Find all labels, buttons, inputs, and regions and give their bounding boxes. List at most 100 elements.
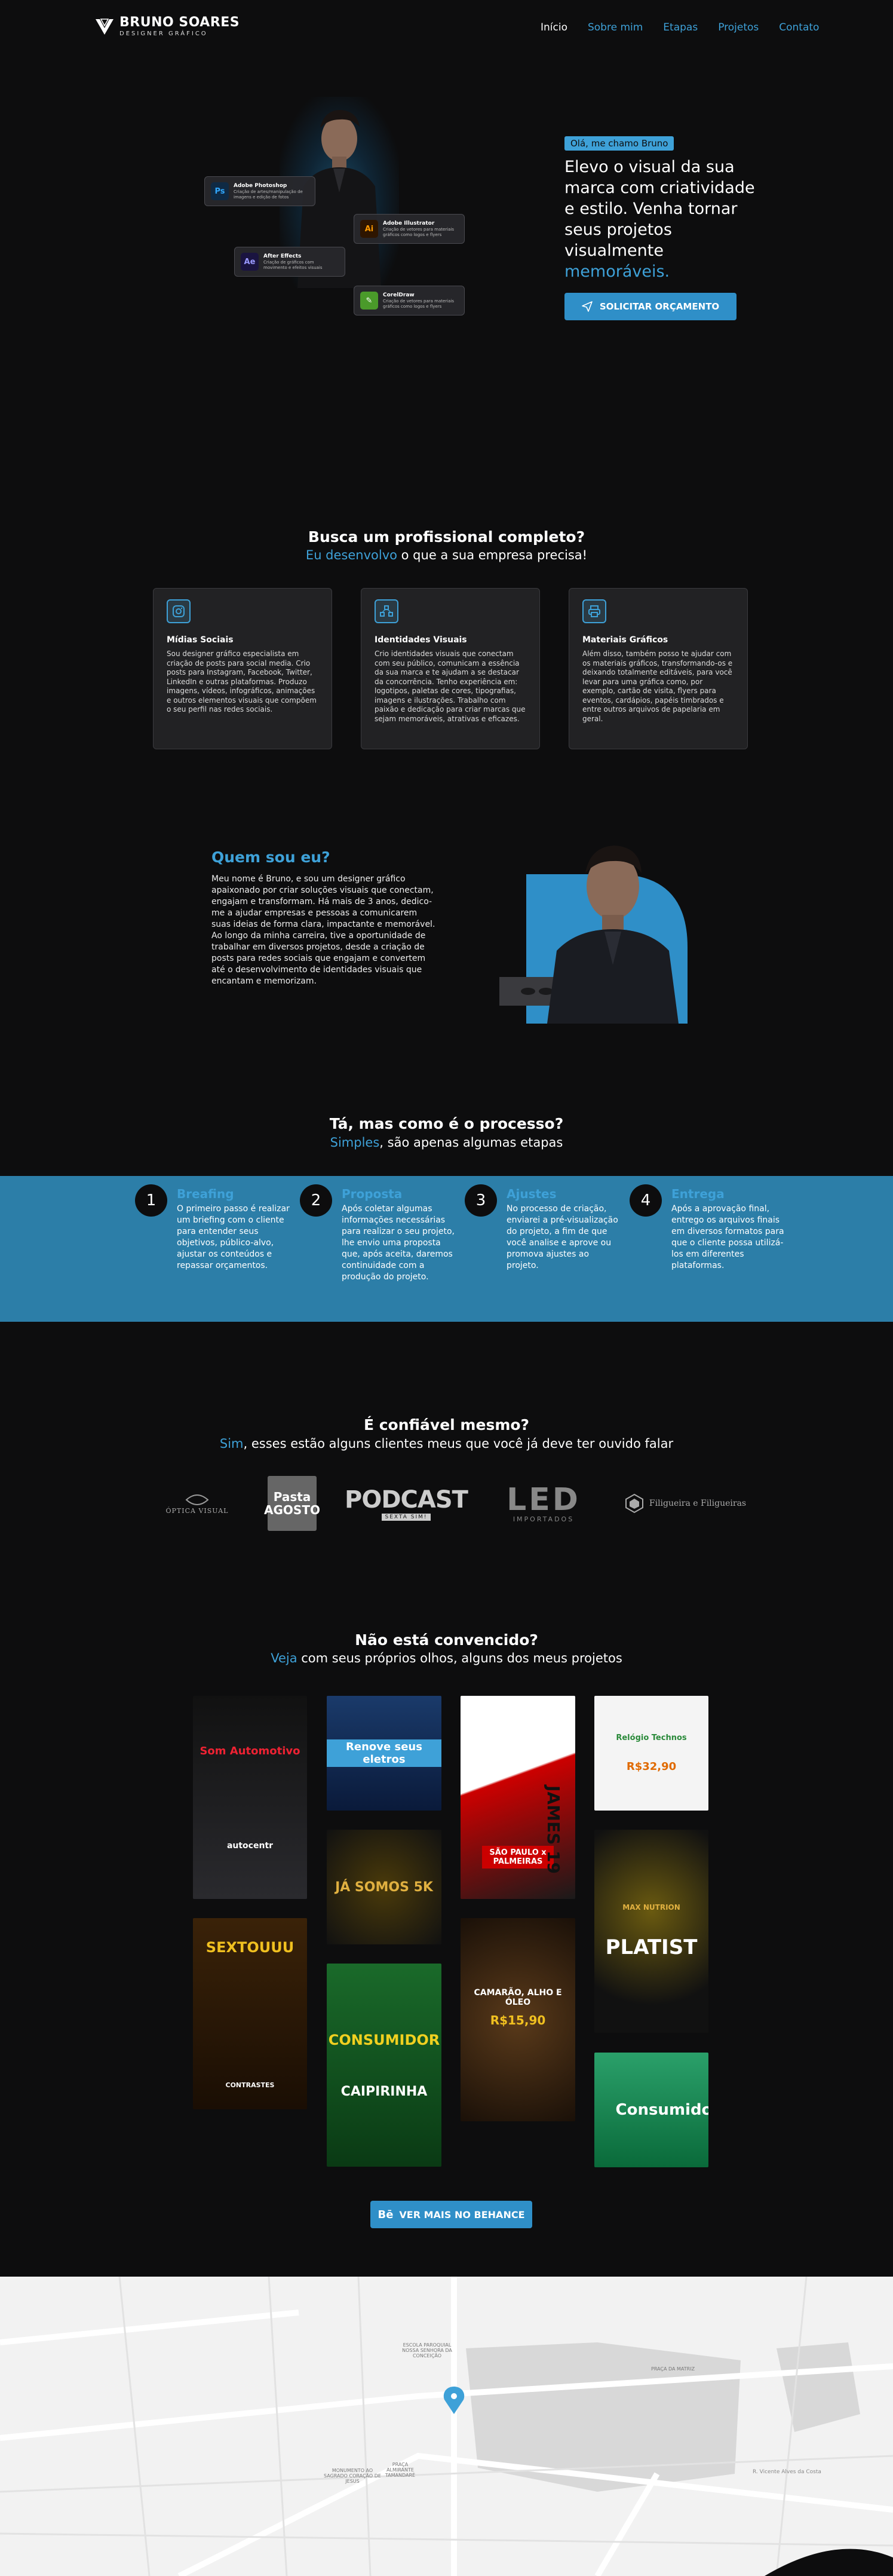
request-quote-button[interactable]: SOLICITAR ORÇAMENTO — [564, 293, 737, 320]
clients-title: É confiável mesmo? — [363, 1416, 530, 1434]
client-logo-agosto: Pasta AGOSTO — [264, 1476, 320, 1531]
main-nav: Início Sobre mim Etapas Projetos Contato — [541, 22, 819, 33]
service-text: Além disso, também posso te ajudar com o… — [582, 650, 733, 723]
printer-icon — [582, 599, 606, 623]
tool-name: After Effects — [263, 253, 302, 259]
coreldraw-icon: ✎ — [360, 292, 378, 310]
behance-label: VER MAIS NO BEHANCE — [399, 2209, 525, 2220]
step-number: 4 — [630, 1184, 662, 1217]
behance-button[interactable]: Bē VER MAIS NO BEHANCE — [370, 2201, 532, 2228]
step-text: Após coletar algumas informações necessá… — [342, 1204, 455, 1282]
about-portrait — [499, 834, 688, 1024]
behance-icon: Bē — [378, 2208, 394, 2221]
process-sub-rest: , são apenas algumas etapas — [379, 1135, 563, 1150]
hero-title-main: Elevo o visual da sua marca com criativi… — [564, 158, 755, 260]
tool-desc: Criação de gráficos com movimento e efei… — [263, 259, 323, 270]
step-text: No processo de criação, enviarei a pré-v… — [507, 1204, 618, 1270]
step-title: Ajustes — [507, 1187, 557, 1201]
portfolio-caption: CONSUMIDOR — [328, 2031, 440, 2048]
illustrator-icon: Ai — [360, 220, 378, 238]
brand-subtitle: DESIGNER GRÁFICO — [119, 30, 208, 37]
service-card-social: Mídias Sociais Sou designer gráfico espe… — [153, 588, 332, 749]
tool-coreldraw: ✎ CorelDraw Criação de vetores para mater… — [354, 286, 465, 316]
nav-sobre[interactable]: Sobre mim — [588, 22, 643, 33]
step-title: Proposta — [342, 1187, 403, 1201]
step-title: Breafing — [177, 1187, 234, 1201]
portfolio-brand: CONTRASTES — [225, 2081, 275, 2089]
client-logo-optica: ÓPTICA VISUAL — [161, 1476, 233, 1531]
portfolio-item-som[interactable]: Som Automotivo autocentr — [193, 1696, 307, 1899]
portfolio-item-futebol[interactable]: JAMES 19 SÃO PAULO x PALMEIRAS — [461, 1696, 575, 1899]
tool-desc: Criação de vetores para materiais gráfic… — [383, 226, 454, 237]
portfolio-brand: CAIPIRINHA — [340, 2084, 428, 2099]
client-name: LED — [507, 1481, 581, 1518]
client-name: ÓPTICA VISUAL — [165, 1506, 229, 1515]
logo-icon — [96, 18, 113, 35]
service-text: Crio identidades visuais que conectam co… — [375, 650, 526, 723]
brand-logo[interactable]: BRUNO SOARES DESIGNER GRÁFICO — [94, 16, 240, 37]
service-card-identity: Identidades Visuais Crio identidades vis… — [361, 588, 540, 749]
tool-after-effects: Ae After Effects Criação de gráficos com … — [234, 247, 345, 277]
map-label: MONUMENTO AO SAGRADO CORAÇÃO DE JESUS — [324, 2468, 381, 2484]
portfolio-caption: CAMARÃO, ALHO E ÓLEO — [474, 1988, 562, 2007]
portfolio-item-sextou[interactable]: SEXTOUUU CONTRASTES — [193, 1918, 307, 2109]
hero-title: Elevo o visual da sua marca com criativi… — [564, 157, 762, 282]
portfolio-sub-rest: com seus próprios olhos, alguns dos meus… — [297, 1651, 622, 1665]
about-title: Quem sou eu? — [211, 849, 330, 866]
portfolio-brand: JAMES 19 — [544, 1785, 563, 1874]
portfolio-caption: SEXTOUUU — [205, 1938, 294, 1956]
portfolio-caption: Renove seus eletros — [327, 1739, 441, 1767]
eye-icon — [185, 1494, 209, 1505]
portfolio-brand: R$15,90 — [490, 2013, 546, 2027]
nav-etapas[interactable]: Etapas — [663, 22, 698, 33]
nav-contato[interactable]: Contato — [779, 22, 819, 33]
map-label: PRAÇA ALMIRANTE TAMANDARÉ — [385, 2462, 416, 2478]
after-effects-icon: Ae — [241, 253, 259, 271]
portfolio-caption: Consumidor — [615, 2101, 709, 2119]
portfolio-item-platist[interactable]: MAX NUTRION PLATIST — [594, 1830, 708, 2033]
instagram-icon — [167, 599, 191, 623]
portfolio-item-camarao[interactable]: CAMARÃO, ALHO E ÓLEO R$15,90 — [461, 1918, 575, 2121]
portfolio-item-consumidor[interactable]: Consumidor — [594, 2053, 708, 2167]
about-text: Meu nome é Bruno, e sou um designer gráf… — [211, 874, 435, 986]
step-text: O primeiro passo é realizar um briefing … — [177, 1204, 290, 1270]
client-name: PODCAST — [345, 1486, 468, 1514]
tool-desc: Criação de artes/manipulação de imagens … — [234, 189, 303, 200]
portfolio-item-eletros[interactable]: Renove seus eletros — [327, 1696, 441, 1811]
portfolio-item-5k[interactable]: JÁ SOMOS 5K — [327, 1830, 441, 1944]
nav-projetos[interactable]: Projetos — [718, 22, 759, 33]
portfolio-item-caipirinha[interactable]: CONSUMIDOR CAIPIRINHA — [327, 1964, 441, 2167]
service-text: Sou designer gráfico especialista em cri… — [167, 650, 317, 713]
tool-illustrator: Ai Adobe Illustrator Criação de vetores p… — [354, 214, 465, 244]
service-title: Mídias Sociais — [167, 635, 234, 645]
nav-inicio[interactable]: Início — [541, 22, 567, 33]
portfolio-subtitle: Veja com seus próprios olhos, alguns dos… — [0, 1651, 893, 1665]
vector-icon — [375, 599, 398, 623]
step-text: Após a aprovação final, entrego os arqui… — [671, 1204, 784, 1270]
tool-photoshop: Ps Adobe Photoshop Criação de artes/manip… — [204, 176, 315, 206]
location-map[interactable]: ESCOLA PAROQUIAL NOSSA SENHORA DA CONCEI… — [0, 2277, 893, 2576]
portfolio-item-technos[interactable]: Relógio Technos R$32,90 — [594, 1696, 708, 1811]
client-tag: SEXTA SIM! — [381, 1514, 431, 1521]
send-icon — [582, 301, 593, 312]
tool-name: Adobe Photoshop — [234, 182, 287, 189]
client-logo-led: LED IMPORTADOS — [496, 1476, 591, 1531]
service-title: Materiais Gráficos — [582, 635, 668, 645]
request-quote-label: SOLICITAR ORÇAMENTO — [599, 301, 720, 312]
tool-desc: Criação de vetores para materiais gráfic… — [383, 298, 454, 309]
tool-name: Adobe Illustrator — [383, 220, 435, 226]
clients-sub-accent: Sim — [219, 1436, 244, 1451]
process-title: Tá, mas como é o processo? — [329, 1115, 564, 1132]
clients-sub-rest: , esses estão alguns clientes meus que v… — [243, 1436, 674, 1451]
services-sub-rest: o que a sua empresa precisa! — [397, 548, 588, 562]
portfolio-brand: MAX NUTRION — [622, 1903, 680, 1912]
process-subtitle: Simples, são apenas algumas etapas — [0, 1135, 893, 1150]
tool-name: CorelDraw — [383, 292, 415, 298]
hexagon-icon — [625, 1493, 643, 1514]
portfolio-caption: PLATIST — [605, 1935, 698, 1959]
client-name: Filigueira e Filigueiras — [649, 1499, 747, 1508]
process-sub-accent: Simples — [330, 1135, 380, 1150]
photoshop-icon: Ps — [211, 182, 229, 200]
service-card-print: Materiais Gráficos Além disso, também po… — [569, 588, 748, 749]
portfolio-caption: SÃO PAULO x PALMEIRAS — [482, 1846, 554, 1869]
